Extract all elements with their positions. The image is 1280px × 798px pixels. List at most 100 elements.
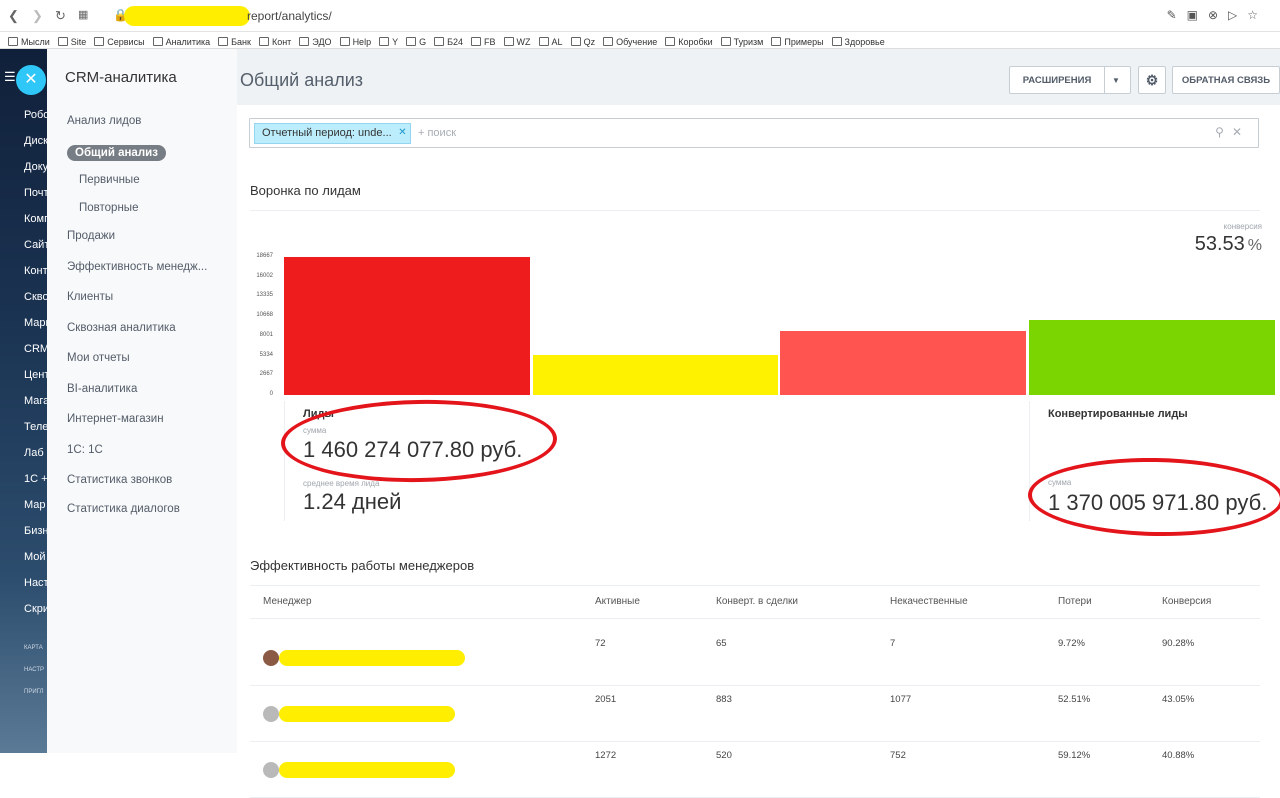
forward-icon[interactable]: ❯	[32, 8, 43, 24]
portal-left-menu: ☰ ✕ Робо Диск Доку Почт Комп Сайт Конт Скво Марк…	[0, 49, 47, 753]
bookmark-label: Здоровье	[844, 37, 885, 47]
bookmark-item[interactable]: Здоровье	[831, 34, 885, 48]
portal-menu-item[interactable]: Мой	[24, 551, 46, 563]
funnel-bar[interactable]	[780, 331, 1026, 395]
bookmark-item[interactable]: Сервисы	[94, 34, 145, 48]
table-column-header: Менеджер	[263, 596, 312, 607]
sidebar-item[interactable]: Общий анализ	[67, 145, 166, 161]
table-cell: 2051	[595, 694, 617, 705]
table-column-header: Некачественные	[890, 596, 968, 607]
bookmark-item[interactable]: Мысли	[8, 34, 50, 48]
portal-menu-item[interactable]: Почт	[24, 187, 47, 199]
filter-search-box[interactable]: Отчетный период: unde... ✕ + поиск ⚲✕	[249, 118, 1259, 148]
sidebar-item[interactable]: Повторные	[79, 202, 138, 214]
portal-menu-item[interactable]: Цент	[24, 369, 47, 381]
y-tick-label: 13335	[256, 292, 273, 299]
sidebar-item[interactable]: Первичные	[79, 174, 140, 186]
table-cell: 883	[716, 694, 732, 705]
portal-menu-item[interactable]: 1С +	[24, 473, 47, 485]
portal-menu-item[interactable]: Робо	[24, 109, 47, 121]
folder-icon	[831, 37, 842, 46]
remove-filter-icon[interactable]: ✕	[398, 127, 406, 138]
portal-menu-item[interactable]: Диск	[24, 135, 47, 147]
table-column-header: Конверсия	[1162, 596, 1212, 607]
close-icon[interactable]: ✕	[16, 65, 46, 95]
url-path[interactable]: report/analytics/	[247, 9, 332, 23]
portal-menu-item[interactable]: Конт	[24, 265, 47, 277]
sidebar-item[interactable]: Мои отчеты	[67, 352, 130, 364]
portal-menu-item[interactable]: Сайт	[24, 239, 47, 251]
funnel-bar[interactable]	[284, 257, 530, 395]
portal-menu-item[interactable]: CRM	[24, 343, 47, 355]
bookmark-item[interactable]: Y	[379, 34, 399, 48]
bookmark-item[interactable]: Help	[339, 34, 371, 48]
bookmark-item[interactable]: Qz	[570, 34, 596, 48]
bookmark-item[interactable]: Конт	[258, 34, 291, 48]
settings-button[interactable]: ⚙	[1138, 66, 1166, 94]
bookmark-item[interactable]: Туризм	[720, 34, 763, 48]
bookmarks-bar: Мысли Site Сервисы Аналитика Банк Конт ЭДО Help…	[0, 32, 1280, 49]
bookmark-label: Y	[392, 37, 399, 47]
portal-menu-item[interactable]: Комп	[24, 213, 47, 225]
bookmark-item[interactable]: Банк	[218, 34, 251, 48]
portal-menu-item[interactable]: Лаб	[24, 447, 44, 459]
extensions-button-label: РАСШИРЕНИЯ	[1022, 75, 1092, 86]
table-cell: 43.05%	[1162, 694, 1195, 705]
bookmark-item[interactable]: ЭДО	[299, 34, 332, 48]
portal-menu-item[interactable]: Доку	[24, 161, 47, 173]
sidebar-item[interactable]: 1С: 1С	[67, 444, 103, 456]
back-icon[interactable]: ❮	[8, 8, 19, 24]
reload-icon[interactable]: ↻	[55, 8, 66, 24]
sidebar-item[interactable]: Эффективность менедж...	[67, 261, 207, 273]
sidebar-item[interactable]: Клиенты	[67, 291, 113, 303]
page-header: Общий анализ РАСШИРЕНИЯ ▼ ⚙ ОБРАТНАЯ СВЯ…	[237, 49, 1280, 105]
sidebar-item[interactable]: BI-аналитика	[67, 383, 137, 395]
funnel-bar[interactable]	[1029, 319, 1275, 395]
feedback-button[interactable]: ОБРАТНАЯ СВЯЗЬ	[1172, 66, 1280, 94]
sidebar-item[interactable]: Интернет-магазин	[67, 413, 164, 425]
portal-menu-item[interactable]: Наст	[24, 577, 47, 589]
bookmark-item[interactable]: Примеры	[771, 34, 824, 48]
filter-tag[interactable]: Отчетный период: unde... ✕	[254, 123, 411, 144]
portal-menu-item[interactable]: Теле	[24, 421, 47, 433]
sidebar-item[interactable]: Статистика звонков	[67, 474, 172, 486]
table-column-header: Потери	[1058, 596, 1092, 607]
portal-menu-item[interactable]: Бизн	[24, 525, 47, 537]
portal-menu-item[interactable]: Скри	[24, 603, 47, 615]
chevron-down-icon[interactable]: ▼	[1112, 67, 1120, 94]
row-divider	[250, 685, 1260, 686]
bookmark-item[interactable]: Site	[57, 34, 86, 48]
bookmark-item[interactable]: FB	[471, 34, 496, 48]
extensions-button[interactable]: РАСШИРЕНИЯ ▼	[1009, 66, 1131, 94]
portal-menu-small-item[interactable]: НАСТР	[24, 667, 44, 673]
sidebar-item[interactable]: Сквозная аналитика	[67, 322, 176, 334]
bookmark-item[interactable]: WZ	[503, 34, 531, 48]
bookmark-item[interactable]: Б24	[434, 34, 463, 48]
search-clear-icons[interactable]: ⚲✕	[1215, 125, 1250, 139]
bookmark-item[interactable]: AL	[538, 34, 563, 48]
search-input[interactable]: + поиск	[418, 127, 456, 139]
browser-extension-icons[interactable]: ✎▣⊗▷☆	[1167, 8, 1268, 22]
portal-menu-item[interactable]: Марк	[24, 317, 47, 329]
bookmark-item[interactable]: Обучение	[603, 34, 657, 48]
portal-menu-small-item[interactable]: ПРИГЛ	[24, 689, 43, 695]
bookmark-item[interactable]: G	[406, 34, 426, 48]
bookmark-label: Коробки	[678, 37, 713, 47]
bookmark-item[interactable]: Аналитика	[152, 34, 210, 48]
bookmark-item[interactable]: Коробки	[665, 34, 713, 48]
portal-menu-item[interactable]: Мага	[24, 395, 47, 407]
portal-menu-small-item[interactable]: КАРТА	[24, 645, 43, 651]
portal-menu-item[interactable]: Мар	[24, 499, 46, 511]
sidebar-item[interactable]: Продажи	[67, 230, 115, 242]
bookmark-label: WZ	[516, 37, 531, 47]
funnel-bar[interactable]	[533, 355, 778, 395]
gear-icon: ⚙	[1145, 72, 1159, 88]
apps-icon[interactable]: ▦	[78, 8, 88, 21]
portal-menu-item[interactable]: Скво	[24, 291, 47, 303]
bookmark-label: Qz	[583, 37, 596, 47]
sidebar-item[interactable]: Анализ лидов	[67, 115, 141, 127]
button-separator	[1104, 67, 1105, 93]
menu-hamburger-icon[interactable]: ☰	[4, 69, 16, 85]
sidebar-item[interactable]: Статистика диалогов	[67, 503, 180, 515]
conversion-value: 53.53%	[1195, 233, 1262, 256]
